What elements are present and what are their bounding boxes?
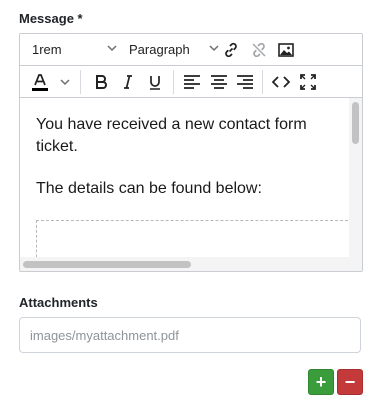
attachments-label: Attachments [19, 295, 98, 310]
italic-icon [124, 75, 132, 89]
fullscreen-icon [300, 74, 316, 90]
align-right-button[interactable] [234, 71, 256, 93]
vertical-scrollbar-thumb[interactable] [352, 102, 359, 144]
editor-paragraph: The details can be found below: [36, 180, 262, 197]
image-icon [278, 43, 294, 57]
horizontal-scrollbar-thumb[interactable] [23, 261, 191, 268]
horizontal-scrollbar[interactable] [20, 257, 362, 271]
block-format-value: Paragraph [129, 42, 190, 57]
fullscreen-button[interactable] [297, 71, 319, 93]
font-size-select[interactable]: 1rem [32, 34, 120, 65]
underline-button[interactable] [144, 71, 166, 93]
align-center-button[interactable] [208, 71, 230, 93]
source-code-button[interactable] [270, 71, 292, 93]
editor-content[interactable]: You have received a new contact form tic… [20, 98, 350, 257]
bold-icon [96, 75, 107, 89]
message-label: Message * [19, 11, 83, 26]
toolbar-divider [262, 70, 263, 94]
insert-link-button[interactable] [220, 39, 242, 61]
toolbar-divider [173, 70, 174, 94]
align-center-icon [211, 75, 227, 89]
align-left-button[interactable] [181, 71, 203, 93]
block-format-select[interactable]: Paragraph [129, 34, 221, 65]
underline-icon [150, 76, 160, 90]
italic-button[interactable] [117, 71, 139, 93]
align-right-icon [237, 75, 253, 89]
editor-paragraph: You have received a new contact form tic… [36, 116, 307, 155]
toolbar-divider [80, 70, 81, 94]
rich-text-editor: 1rem Paragraph You have received a new c… [19, 33, 363, 272]
code-icon [272, 76, 290, 88]
remove-attachment-button[interactable]: − [337, 369, 363, 395]
link-icon [225, 42, 237, 58]
editor-toolbar-formatting [20, 66, 362, 98]
chevron-down-icon[interactable] [59, 76, 71, 88]
attachment-path-input[interactable] [19, 317, 361, 353]
unlink-icon [252, 42, 266, 58]
editor-toolbar-primary: 1rem Paragraph [20, 34, 362, 66]
embedded-table-placeholder [36, 220, 350, 257]
remove-link-button[interactable] [248, 39, 270, 61]
font-size-value: 1rem [32, 42, 62, 57]
text-color-button[interactable] [28, 71, 52, 93]
insert-image-button[interactable] [275, 39, 297, 61]
chevron-down-icon [209, 45, 219, 52]
add-attachment-button[interactable]: + [308, 369, 334, 395]
vertical-scrollbar[interactable] [349, 98, 362, 257]
align-left-icon [184, 75, 200, 89]
text-color-icon [32, 74, 48, 91]
bold-button[interactable] [90, 71, 112, 93]
chevron-down-icon [107, 45, 117, 52]
